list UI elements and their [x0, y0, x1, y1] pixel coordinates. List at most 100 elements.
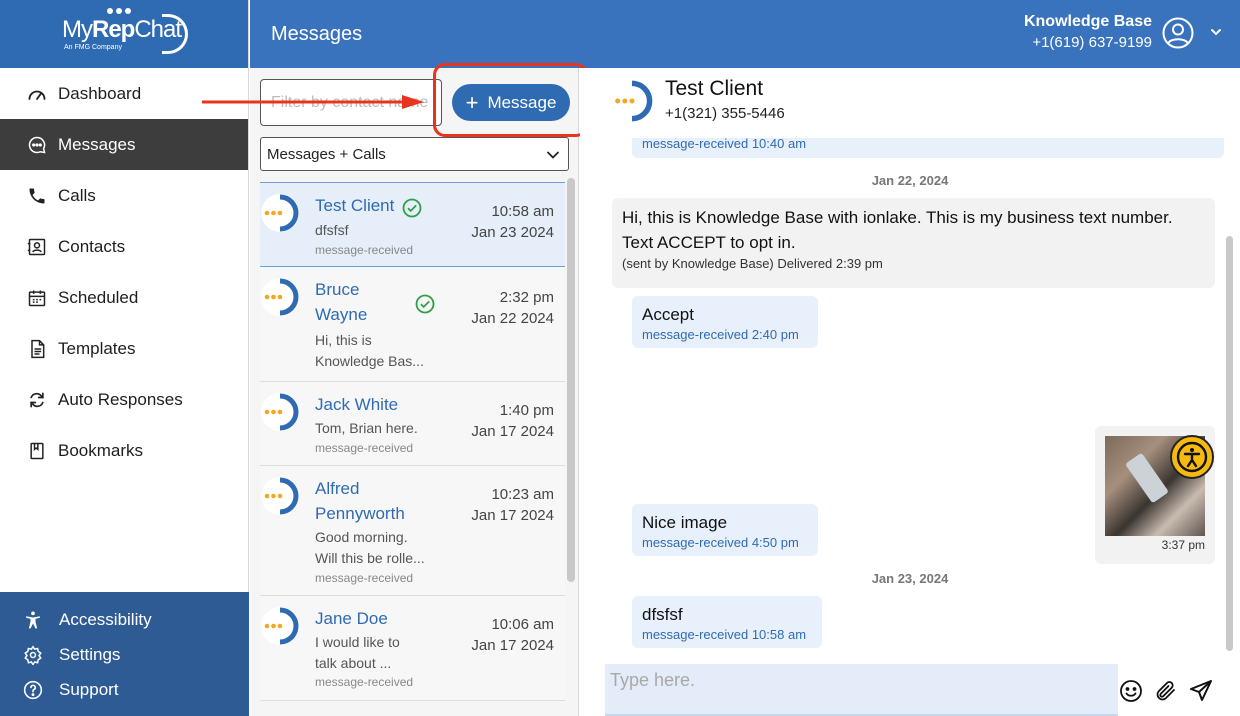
calendar-icon	[26, 287, 48, 309]
page-title: Messages	[271, 23, 363, 45]
message-timestamp: 2:32 pm Jan 22 2024	[471, 289, 554, 327]
sidebar-item-label: Support	[59, 679, 119, 699]
chat-bubble-icon	[26, 134, 48, 156]
contact-filter-input[interactable]	[260, 79, 442, 126]
chat-header: Test Client +1(321) 355-5446	[580, 68, 1240, 138]
sidebar-item-support[interactable]: Support	[0, 672, 249, 707]
conversation-item[interactable]: Bruce Wayne Hi, this is Knowledge Bas... 2…	[260, 267, 565, 382]
contact-card-icon	[26, 236, 48, 258]
sidebar-item-label: Messages	[58, 134, 136, 154]
contact-name: Bruce Wayne	[315, 280, 368, 324]
message-status: message-received	[315, 243, 414, 257]
sidebar: MyRepChat An FMG Company Dashboard Messa…	[0, 0, 249, 716]
message-meta: message-received 2:40 pm	[642, 327, 799, 342]
sidebar-item-templates[interactable]: Templates	[0, 323, 248, 374]
logo-area: MyRepChat An FMG Company	[0, 0, 248, 68]
app-logo[interactable]: MyRepChat An FMG Company	[62, 7, 188, 54]
message-bubble-received: Accept message-received 2:40 pm	[632, 296, 818, 348]
send-icon[interactable]	[1188, 678, 1214, 704]
sidebar-footer: Accessibility Settings Support	[0, 592, 249, 716]
chevron-down-icon	[547, 151, 559, 159]
message-preview: I would like to talk about ...	[315, 634, 400, 671]
sidebar-item-label: Dashboard	[58, 83, 142, 103]
sidebar-item-label: Templates	[58, 338, 136, 358]
conversation-item[interactable]: Test Client dfsfsf message-received 10:5…	[260, 182, 565, 267]
chat-pane: Test Client +1(321) 355-5446 message-rec…	[580, 68, 1240, 716]
document-icon	[26, 338, 48, 360]
message-thread: message-received 10:40 am Jan 22, 2024 H…	[580, 138, 1240, 661]
sidebar-item-label: Calls	[58, 185, 96, 205]
message-text: Accept	[642, 305, 694, 324]
message-status: message-received	[315, 571, 414, 585]
account-info[interactable]: Knowledge Base +1(619) 637-9199	[1024, 12, 1152, 54]
account-phone: +1(619) 637-9199	[1032, 34, 1152, 51]
sidebar-item-scheduled[interactable]: Scheduled	[0, 272, 248, 323]
contact-name: Jack White	[315, 395, 399, 414]
message-bubble-received: dfsfsf message-received 10:58 am	[632, 596, 822, 648]
sidebar-item-label: Accessibility	[59, 609, 152, 629]
message-type-select[interactable]: Messages + Calls	[260, 137, 569, 171]
check-circle-icon	[415, 294, 435, 314]
sidebar-item-accessibility[interactable]: Accessibility	[0, 602, 249, 637]
message-meta: message-received 10:58 am	[642, 627, 807, 642]
message-timestamp: 1:40 pm Jan 17 2024	[471, 402, 554, 440]
sidebar-item-label: Bookmarks	[58, 440, 144, 460]
contact-name: Test Client	[315, 196, 395, 215]
message-preview: dfsfsf	[315, 222, 349, 238]
sidebar-item-settings[interactable]: Settings	[0, 637, 249, 672]
new-message-button[interactable]: + Message	[452, 84, 570, 121]
sidebar-item-calls[interactable]: Calls	[0, 170, 248, 221]
conversation-item[interactable]: Alfred Pennyworth Good morning. Will this …	[260, 466, 565, 596]
conversation-list-scrollbar[interactable]	[567, 178, 575, 582]
sidebar-item-dashboard[interactable]: Dashboard	[0, 68, 248, 119]
message-preview: Hi, this is Knowledge Bas...	[315, 332, 424, 369]
contact-avatar-icon	[261, 194, 299, 232]
message-composer-input[interactable]	[605, 664, 1118, 716]
conversation-list: Test Client dfsfsf message-received 10:5…	[260, 182, 565, 701]
top-bar: Messages Knowledge Base +1(619) 637-9199	[250, 0, 1240, 68]
help-icon	[22, 679, 44, 701]
conversation-list-pane: + Message Messages + Calls Test Client d…	[250, 63, 588, 716]
plus-icon: +	[465, 89, 479, 115]
sidebar-item-bookmarks[interactable]: Bookmarks	[0, 425, 248, 476]
account-name: Knowledge Base	[1023, 13, 1152, 30]
sidebar-item-label: Scheduled	[58, 287, 139, 307]
refresh-icon	[26, 389, 48, 411]
contact-avatar-icon	[611, 80, 653, 122]
message-preview: Tom, Brian here.	[315, 420, 418, 436]
conversation-item[interactable]: Jane Doe I would like to talk about ... m…	[260, 596, 565, 701]
sidebar-item-auto-responses[interactable]: Auto Responses	[0, 374, 248, 425]
accessibility-icon	[22, 609, 44, 631]
sidebar-item-messages[interactable]: Messages	[0, 119, 248, 170]
message-timestamp: 10:58 am Jan 23 2024	[471, 203, 554, 241]
message-meta: message-received 4:50 pm	[642, 535, 799, 550]
message-time: 3:37 pm	[1161, 538, 1205, 552]
phone-icon	[26, 185, 48, 207]
chat-contact-name: Test Client	[665, 77, 764, 100]
chevron-down-icon[interactable]	[1210, 26, 1222, 38]
message-timestamp: 10:06 am Jan 17 2024	[471, 616, 554, 654]
emoji-icon[interactable]	[1118, 678, 1144, 704]
message-type-value: Messages + Calls	[267, 145, 386, 163]
message-thread-scrollbar[interactable]	[1226, 236, 1233, 651]
contact-avatar-icon	[261, 393, 299, 431]
contact-avatar-icon	[261, 607, 299, 645]
message-status: message-received	[315, 441, 414, 455]
message-text: Nice image	[642, 513, 728, 532]
user-avatar-icon[interactable]	[1162, 17, 1194, 49]
message-preview: Good morning. Will this be rolle...	[315, 529, 425, 566]
logo-dots	[107, 7, 131, 14]
message-status: message-received	[315, 675, 414, 689]
gear-icon	[22, 644, 44, 666]
contact-name: Jane Doe	[315, 609, 388, 628]
check-circle-icon	[402, 198, 422, 218]
gauge-icon	[26, 83, 48, 105]
bookmark-icon	[26, 440, 48, 462]
accessibility-widget-button[interactable]	[1170, 435, 1214, 479]
conversation-item[interactable]: Jack White Tom, Brian here. message-rece…	[260, 382, 565, 466]
sidebar-item-label: Settings	[59, 644, 121, 664]
message-meta: (sent by Knowledge Base) Delivered 2:39 …	[622, 256, 883, 271]
paperclip-icon[interactable]	[1153, 678, 1179, 704]
message-bubble-received: Nice image message-received 4:50 pm	[632, 504, 818, 556]
sidebar-item-contacts[interactable]: Contacts	[0, 221, 248, 272]
